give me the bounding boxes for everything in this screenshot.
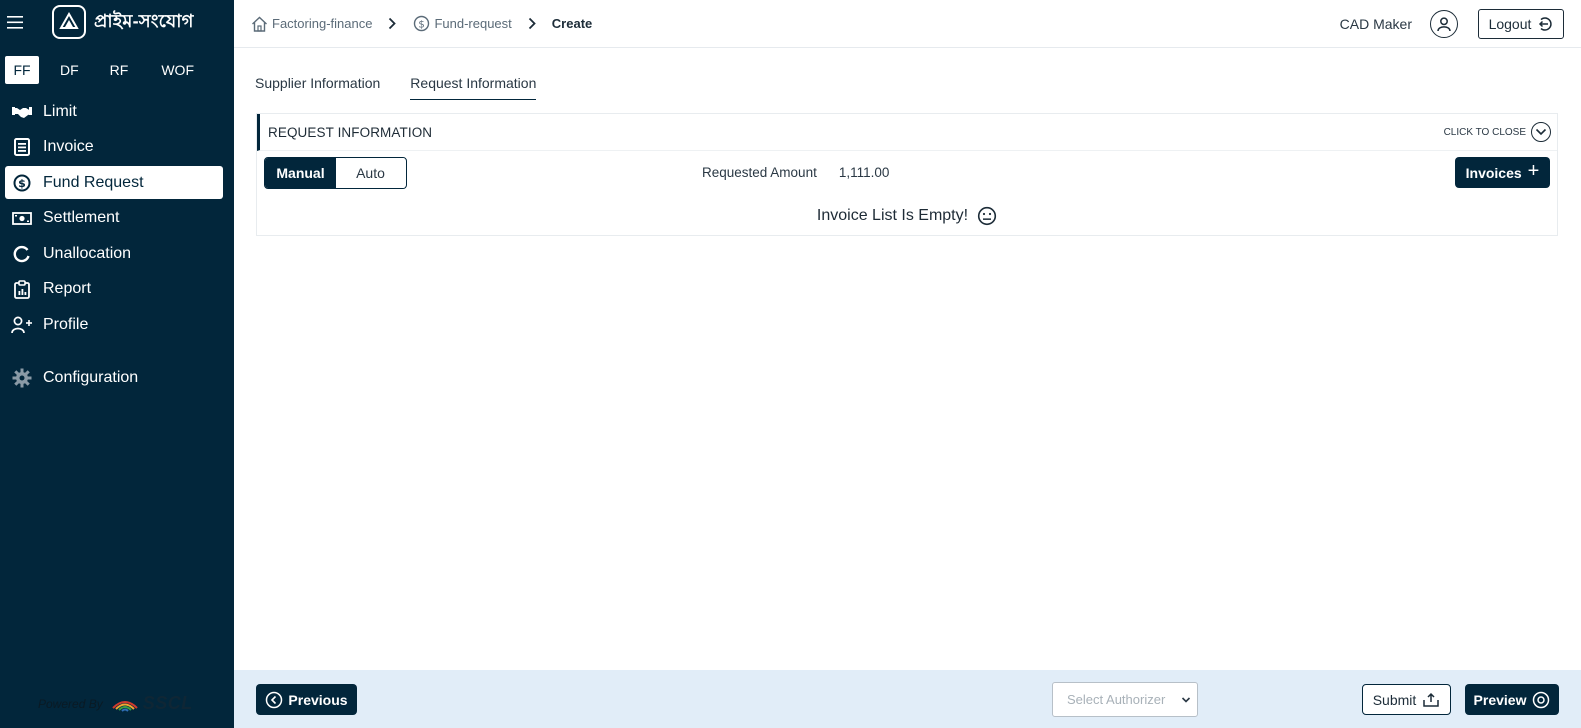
invoices-button-label: Invoices bbox=[1465, 164, 1522, 181]
tab-supplier-information[interactable]: Supplier Information bbox=[255, 75, 380, 99]
submit-button[interactable]: Submit bbox=[1362, 684, 1451, 715]
breadcrumb: Factoring-finance $ Fund-request Create bbox=[250, 15, 592, 33]
submit-label: Submit bbox=[1372, 691, 1417, 708]
sidebar-item-settlement[interactable]: Settlement bbox=[5, 202, 223, 235]
user-name: CAD Maker bbox=[1339, 16, 1412, 32]
breadcrumb-factoring-finance[interactable]: Factoring-finance bbox=[250, 15, 372, 33]
sidebar-item-label: Fund Request bbox=[43, 173, 144, 191]
home-icon bbox=[250, 15, 268, 33]
breadcrumb-label: Factoring-finance bbox=[272, 16, 373, 31]
sidebar-item-invoice[interactable]: Invoice bbox=[5, 131, 223, 164]
sidebar-item-profile[interactable]: Profile bbox=[5, 309, 223, 342]
authorizer-placeholder: Select Authorizer bbox=[1067, 692, 1166, 707]
product-tab-wof[interactable]: WOF bbox=[161, 56, 194, 84]
sscl-logo-icon bbox=[111, 700, 138, 712]
click-to-close-label: CLICK TO CLOSE bbox=[1443, 126, 1526, 138]
logout-label: Logout bbox=[1488, 16, 1532, 32]
authorizer-select[interactable]: Select Authorizer bbox=[1052, 682, 1198, 717]
banknote-icon bbox=[11, 207, 33, 229]
sidebar: প্রাইম-সংযোগ FF DF RF WOF Limit Invoice … bbox=[0, 0, 234, 728]
dollar-circle-icon: $ bbox=[11, 172, 33, 194]
header-user-area: CAD Maker Logout bbox=[1340, 0, 1564, 48]
tab-request-information[interactable]: Request Information bbox=[410, 75, 537, 100]
breadcrumb-fund-request[interactable]: $ Fund-request bbox=[412, 15, 512, 33]
gear-icon bbox=[11, 367, 33, 389]
handshake-icon bbox=[11, 101, 33, 123]
neutral-face-icon bbox=[977, 206, 997, 226]
empty-message: Invoice List Is Empty! bbox=[816, 207, 969, 224]
chevron-down-circle-icon bbox=[1531, 122, 1551, 142]
panel-title: REQUEST INFORMATION bbox=[268, 124, 433, 140]
sidebar-item-fund-request[interactable]: $ Fund Request bbox=[5, 166, 223, 200]
sidebar-item-limit[interactable]: Limit bbox=[5, 95, 223, 128]
invoice-list-empty: Invoice List Is Empty! bbox=[257, 206, 1557, 226]
sidebar-header: প্রাইম-সংযোগ bbox=[0, 0, 234, 44]
sidebar-item-label: Settlement bbox=[43, 209, 120, 227]
requested-amount-label: Requested Amount bbox=[702, 165, 817, 180]
product-tabs: FF DF RF WOF bbox=[0, 56, 234, 84]
brand[interactable]: প্রাইম-সংযোগ bbox=[52, 5, 194, 39]
brand-logo-icon bbox=[52, 5, 86, 39]
user-avatar-icon[interactable] bbox=[1430, 10, 1458, 38]
sidebar-item-unallocation[interactable]: Unallocation bbox=[5, 237, 223, 270]
sidebar-item-label: Configuration bbox=[43, 369, 139, 387]
action-footer: Previous Select Authorizer Submit Previe… bbox=[234, 670, 1581, 728]
sidebar-item-label: Report bbox=[43, 280, 92, 298]
powered-by: Powered By SSCL bbox=[38, 693, 193, 714]
mode-manual-button[interactable]: Manual bbox=[265, 158, 336, 188]
refresh-circle-icon bbox=[11, 243, 33, 265]
chevron-right-icon bbox=[388, 17, 397, 30]
sscl-logo-text: SSCL bbox=[142, 693, 193, 713]
product-tab-ff[interactable]: FF bbox=[5, 56, 39, 84]
sidebar-nav: Limit Invoice $ Fund Request Settlement … bbox=[0, 95, 234, 395]
product-tab-df[interactable]: DF bbox=[60, 56, 79, 84]
breadcrumb-label: Fund-request bbox=[434, 16, 512, 31]
upload-icon bbox=[1422, 692, 1440, 708]
add-invoices-button[interactable]: Invoices + bbox=[1455, 157, 1550, 188]
sidebar-item-report[interactable]: Report bbox=[5, 273, 223, 306]
sidebar-item-label: Invoice bbox=[43, 138, 94, 156]
logout-button[interactable]: Logout bbox=[1478, 9, 1564, 39]
breadcrumb-label: Create bbox=[551, 16, 593, 31]
section-tabs: Supplier Information Request Information bbox=[255, 75, 537, 100]
dollar-circle-icon: $ bbox=[412, 15, 430, 33]
request-information-panel: REQUEST INFORMATION CLICK TO CLOSE Manua… bbox=[256, 113, 1558, 236]
sidebar-item-label: Profile bbox=[43, 316, 89, 334]
sidebar-item-label: Limit bbox=[43, 102, 77, 120]
previous-button[interactable]: Previous bbox=[256, 684, 357, 715]
previous-label: Previous bbox=[288, 691, 348, 708]
breadcrumb-create: Create bbox=[552, 16, 592, 31]
svg-text:$: $ bbox=[418, 19, 424, 30]
panel-close-toggle[interactable]: CLICK TO CLOSE bbox=[1444, 122, 1551, 142]
sidebar-item-configuration[interactable]: Configuration bbox=[5, 362, 223, 395]
eye-icon bbox=[1532, 691, 1550, 709]
chevron-down-icon bbox=[1181, 693, 1191, 708]
document-list-icon bbox=[11, 136, 33, 158]
preview-label: Preview bbox=[1473, 691, 1527, 708]
chevron-left-circle-icon bbox=[265, 691, 283, 709]
svg-text:$: $ bbox=[18, 177, 26, 190]
panel-header: REQUEST INFORMATION bbox=[257, 114, 1557, 151]
mode-toggle: Manual Auto bbox=[264, 157, 407, 189]
sidebar-item-label: Unallocation bbox=[43, 244, 132, 262]
preview-button[interactable]: Preview bbox=[1465, 684, 1559, 715]
product-tab-rf[interactable]: RF bbox=[110, 56, 129, 84]
logout-icon bbox=[1537, 16, 1553, 32]
mode-auto-button[interactable]: Auto bbox=[336, 158, 405, 188]
sscl-logo: SSCL bbox=[111, 693, 193, 714]
plus-icon: + bbox=[1527, 160, 1540, 182]
powered-by-text: Powered By bbox=[38, 696, 103, 711]
clipboard-chart-icon bbox=[11, 278, 33, 300]
top-header: Factoring-finance $ Fund-request Create … bbox=[234, 0, 1581, 48]
user-plus-icon bbox=[11, 314, 33, 336]
requested-amount: Requested Amount 1,111.00 bbox=[702, 165, 889, 180]
brand-name: প্রাইম-সংযোগ bbox=[94, 10, 194, 31]
chevron-right-icon bbox=[528, 17, 536, 30]
hamburger-menu-icon[interactable] bbox=[0, 0, 30, 44]
requested-amount-value: 1,111.00 bbox=[838, 165, 890, 180]
